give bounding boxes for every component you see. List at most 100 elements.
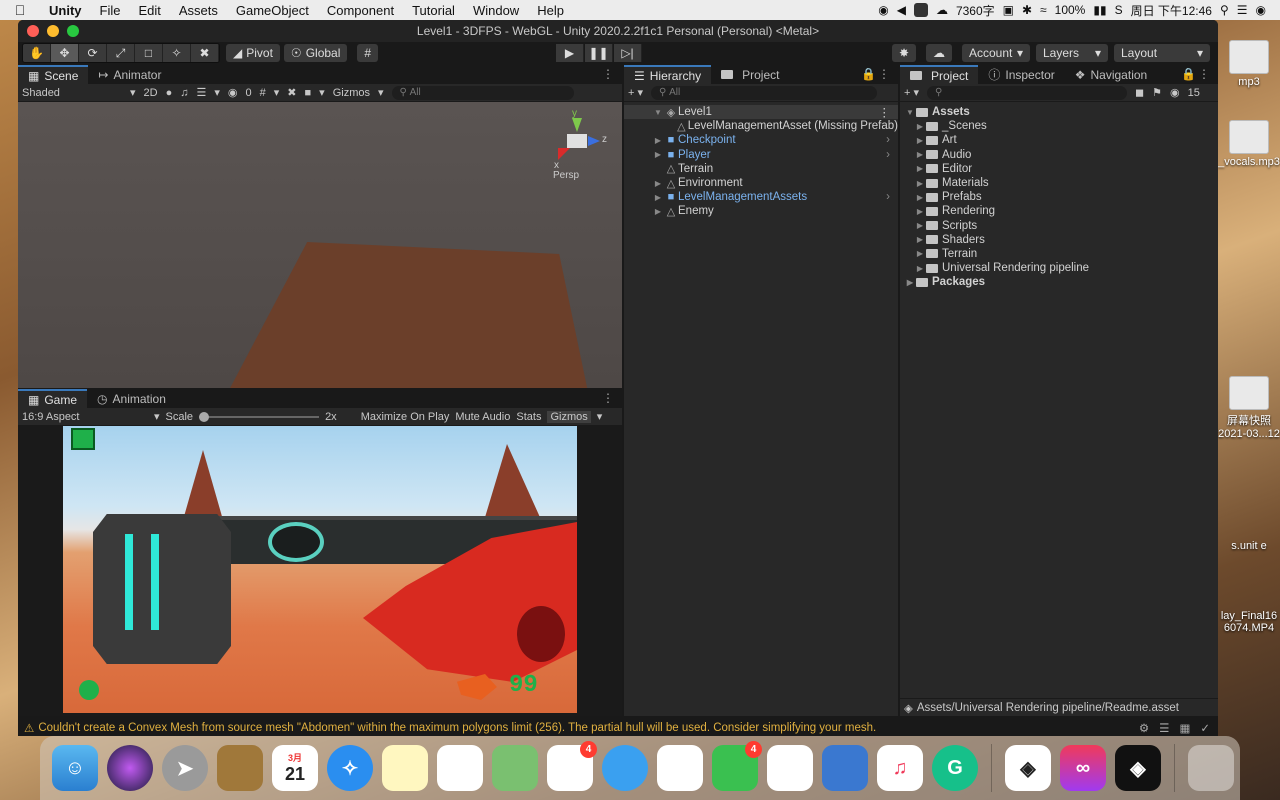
tab-game[interactable]: ▦ Game — [18, 389, 88, 408]
grammarly-icon[interactable]: G — [932, 745, 978, 791]
hierarchy-item[interactable]: ▶ ■ Checkpoint › — [652, 133, 898, 147]
2d-toggle[interactable]: 2D — [144, 87, 158, 99]
gizmos-toggle[interactable]: Gizmos — [547, 410, 591, 423]
messages-icon[interactable] — [602, 745, 648, 791]
trash-icon[interactable] — [1188, 745, 1234, 791]
account-dropdown[interactable]: Account ▾ — [962, 44, 1030, 62]
expand-arrow-icon[interactable]: ▶ — [914, 235, 926, 244]
expand-arrow-icon[interactable]: ▶ — [914, 136, 926, 145]
hierarchy-item[interactable]: ▶ ■ LevelManagementAssets › — [652, 190, 898, 204]
wifi-icon[interactable]: ≈ — [1040, 3, 1047, 17]
tab-project-secondary[interactable]: Project — [711, 65, 789, 84]
persp-label[interactable]: Persp — [553, 170, 579, 181]
creative-cloud-icon[interactable]: ∞ — [1060, 745, 1106, 791]
tools-icon[interactable]: ✖ — [287, 86, 296, 99]
expand-arrow-icon[interactable]: ▶ — [914, 193, 926, 202]
menu-help[interactable]: Help — [528, 3, 573, 18]
menubar-clock[interactable]: 周日 下午12:46 — [1131, 2, 1212, 19]
music-icon[interactable]: ♫ — [877, 745, 923, 791]
chevron-right-icon[interactable]: › — [886, 191, 890, 203]
tab-hierarchy[interactable]: ☰ Hierarchy — [624, 65, 712, 84]
orientation-gizmo[interactable]: y z x Persp — [550, 108, 610, 181]
aspect-dropdown[interactable]: 16:9 Aspect — [22, 411, 148, 423]
scene-root-row[interactable]: ▼ ◈ Level1 ⋮ — [624, 105, 898, 120]
status-icon[interactable]: ◉ — [878, 3, 888, 17]
hierarchy-search-input[interactable]: ⚲ All — [651, 85, 878, 100]
folder-item[interactable]: ▶ Shaders — [904, 233, 1218, 247]
filter-type-icon[interactable]: ◼ — [1135, 86, 1144, 99]
status-icon[interactable]: ◀ — [897, 3, 906, 17]
maps-icon[interactable] — [492, 745, 538, 791]
menu-assets[interactable]: Assets — [170, 3, 227, 18]
panel-menu-icon[interactable]: ⋮ — [602, 67, 614, 81]
expand-arrow-icon[interactable]: ▶ — [652, 179, 664, 188]
gizmos-dropdown[interactable]: Gizmos — [333, 87, 370, 99]
control-center-icon[interactable]: ☰ — [1237, 3, 1248, 17]
finder-icon[interactable]: ☺ — [52, 745, 98, 791]
expand-arrow-icon[interactable]: ▶ — [652, 136, 664, 145]
desktop-file[interactable]: s.unit e — [1218, 540, 1280, 552]
stats-toggle[interactable]: Stats — [516, 411, 541, 423]
reminders-icon[interactable] — [437, 745, 483, 791]
layout-dropdown[interactable]: Layout ▾ — [1114, 44, 1210, 62]
folder-item[interactable]: ▶ Editor — [904, 162, 1218, 176]
menu-app-name[interactable]: Unity — [40, 3, 91, 18]
scene-viewport[interactable]: y z x Persp — [18, 102, 622, 388]
siri-icon[interactable] — [107, 745, 153, 791]
visibility-icon[interactable]: ◉ — [1170, 86, 1180, 99]
folder-item[interactable]: ▶ Prefabs — [904, 190, 1218, 204]
transform-tool-icon[interactable]: ✧ — [163, 44, 191, 62]
folder-item[interactable]: ▶ Universal Rendering pipeline — [904, 261, 1218, 275]
numbers-icon[interactable] — [767, 745, 813, 791]
pivot-toggle[interactable]: ◢ Pivot — [226, 44, 280, 62]
menu-file[interactable]: File — [91, 3, 130, 18]
play-button[interactable]: ▶ — [556, 44, 584, 62]
assets-root[interactable]: ▼ Assets — [904, 105, 1218, 119]
pause-button[interactable]: ❚❚ — [585, 44, 613, 62]
folder-item[interactable]: ▶ Art — [904, 133, 1218, 147]
visibility-icon[interactable]: ◉ — [228, 86, 238, 99]
step-button[interactable]: ▷| — [614, 44, 642, 62]
hierarchy-item[interactable]: △ Terrain — [652, 162, 898, 176]
photos-icon[interactable]: 4 — [547, 741, 597, 791]
unity-hub-icon[interactable]: ◈ — [1005, 745, 1051, 791]
expand-arrow-icon[interactable]: ▶ — [652, 193, 664, 202]
filter-label-icon[interactable]: ⚑ — [1152, 86, 1162, 99]
keynote-icon[interactable] — [822, 745, 868, 791]
battery-label[interactable]: 100% — [1055, 3, 1086, 17]
game-viewport[interactable]: 99 — [18, 426, 622, 716]
folder-item[interactable]: ▶ Audio — [904, 148, 1218, 162]
custom-tool-icon[interactable]: ✖ — [191, 44, 219, 62]
desktop-file[interactable]: lay_Final16 6074.MP4 — [1218, 610, 1280, 634]
menu-window[interactable]: Window — [464, 3, 528, 18]
expand-arrow-icon[interactable]: ▶ — [652, 150, 664, 159]
folder-item[interactable]: ▶ Materials — [904, 176, 1218, 190]
shading-mode-dropdown[interactable]: Shaded — [22, 87, 122, 99]
hierarchy-item[interactable]: ▶ △ Environment — [652, 176, 898, 190]
desktop-file[interactable]: 屏幕快照 2021-03...12 — [1218, 376, 1280, 440]
safari-icon[interactable]: ✧ — [327, 745, 373, 791]
expand-arrow-icon[interactable]: ▶ — [914, 179, 926, 188]
layers-dropdown[interactable]: Layers ▾ — [1036, 44, 1108, 62]
chevron-right-icon[interactable]: › — [886, 134, 890, 146]
unity-editor-icon[interactable]: ◈ — [1115, 745, 1161, 791]
battery-icon[interactable]: ▮▮ — [1093, 3, 1106, 17]
status-icon[interactable] — [913, 3, 928, 17]
folder-item[interactable]: ▶ Terrain — [904, 247, 1218, 261]
effects-icon[interactable]: ☰ — [197, 86, 207, 99]
tab-inspector[interactable]: ⓘ Inspector — [978, 65, 1064, 84]
expand-arrow-icon[interactable]: ▶ — [914, 164, 926, 173]
desktop-file[interactable]: mp3 — [1218, 40, 1280, 88]
apple-icon[interactable]:  — [0, 2, 40, 18]
menu-tutorial[interactable]: Tutorial — [403, 3, 464, 18]
bug-icon[interactable]: ⚙ — [1139, 721, 1149, 735]
scene-search-input[interactable]: ⚲ All — [391, 85, 574, 100]
hand-tool-icon[interactable]: ✋ — [23, 44, 51, 62]
search-icon[interactable]: ⚲ — [1220, 3, 1229, 17]
siri-icon[interactable]: ◉ — [1256, 3, 1266, 17]
create-button[interactable]: + ▾ — [628, 86, 643, 99]
tab-animator[interactable]: ↦ Animator — [88, 65, 171, 84]
lighting-icon[interactable]: ● — [166, 87, 173, 99]
maximize-on-play-toggle[interactable]: Maximize On Play — [361, 411, 450, 423]
rotate-tool-icon[interactable]: ⟳ — [79, 44, 107, 62]
